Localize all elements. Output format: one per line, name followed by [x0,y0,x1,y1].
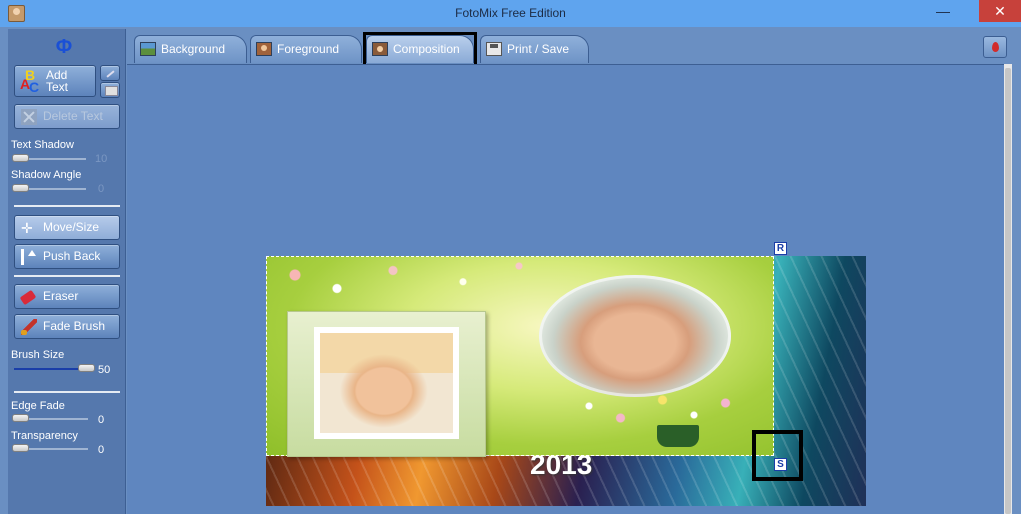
fade-brush-button[interactable]: Fade Brush [14,314,120,339]
move-icon [21,217,37,240]
delete-icon [21,109,37,125]
flower-pot [657,425,699,447]
scale-handle-highlight [752,430,803,481]
edge-fade-value: 0 [98,414,105,426]
shadow-angle-label: Shadow Angle [11,169,82,181]
foreground-image[interactable] [266,256,774,457]
eraser-icon [19,289,37,306]
tab-label: Background [161,42,226,56]
help-button[interactable] [983,36,1007,58]
brush-size-value: 50 [98,364,111,376]
edge-fade-label: Edge Fade [11,400,65,412]
eraser-button[interactable]: Eraser [14,284,120,309]
brush-icon [21,319,37,335]
push-back-label: Push Back [43,249,101,263]
abc-icon: BAC [20,67,40,95]
scrollbar-thumb[interactable] [1005,68,1011,514]
shadow-angle-value: 0 [98,183,105,195]
delete-text-button[interactable]: Delete Text [14,104,120,129]
landscape-icon [140,42,156,56]
flower-decoration [267,257,547,302]
edit-text-button[interactable] [100,65,120,81]
add-text-button[interactable]: BAC Add Text [14,65,96,97]
tab-foreground[interactable]: Foreground [250,35,362,63]
delete-text-label: Delete Text [43,109,103,123]
add-text-label-2: Text [46,80,69,94]
eraser-label: Eraser [43,289,79,303]
baby-photo [320,333,453,433]
tab-background[interactable]: Background [134,35,247,63]
title-bar: FotoMix Free Edition — ✕ [0,0,1021,27]
divider [14,205,120,207]
push-back-icon [21,249,37,265]
divider [14,391,120,393]
shadow-angle-slider-thumb[interactable] [12,184,29,192]
tab-label: Foreground [277,42,340,56]
close-button[interactable]: ✕ [979,0,1021,22]
edge-fade-slider-thumb[interactable] [12,414,29,422]
fade-brush-label: Fade Brush [43,319,106,333]
vertical-scrollbar[interactable] [1004,64,1012,514]
rotate-handle[interactable]: R [774,242,787,255]
push-back-button[interactable]: Push Back [14,244,120,269]
photo-frame [287,311,486,457]
minimize-button[interactable]: — [933,4,953,22]
flower-bouquet [547,382,757,442]
tab-label: Print / Save [507,42,570,56]
brush-size-slider-thumb[interactable] [78,364,95,372]
tab-print-save[interactable]: Print / Save [480,35,589,63]
text-shadow-label: Text Shadow [11,139,74,151]
transparency-label: Transparency [11,430,78,442]
fotomix-logo: Φ [55,36,73,58]
portrait-icon [256,42,272,56]
move-size-button[interactable]: Move/Size [14,215,120,240]
transparency-slider-thumb[interactable] [12,444,29,452]
floppy-disk-icon [486,42,502,56]
move-size-label: Move/Size [43,220,100,234]
transparency-value: 0 [98,444,105,456]
font-button[interactable] [100,82,120,98]
bubble-photo [539,275,731,397]
brush-size-label: Brush Size [11,349,65,361]
text-shadow-slider-thumb[interactable] [12,154,29,162]
text-shadow-value: 10 [95,153,108,165]
divider [14,275,120,277]
window-title: FotoMix Free Edition [455,6,566,20]
